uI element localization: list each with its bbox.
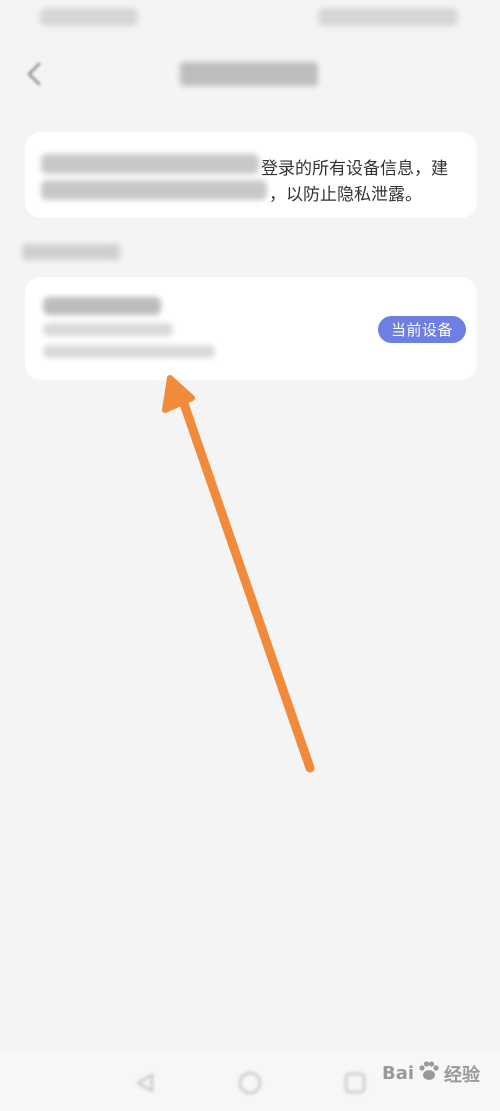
baidu-watermark: Bai 经验 bbox=[382, 1058, 480, 1089]
status-bar bbox=[0, 0, 500, 34]
info-line2-blur bbox=[41, 180, 267, 200]
device-name-blur bbox=[43, 297, 161, 315]
top-bar bbox=[0, 40, 500, 104]
nav-home-button[interactable] bbox=[235, 1068, 265, 1098]
status-left-blur bbox=[40, 8, 138, 26]
circle-home-icon bbox=[238, 1071, 262, 1095]
paw-icon bbox=[416, 1058, 442, 1089]
back-button[interactable] bbox=[18, 58, 50, 90]
nav-recent-button[interactable] bbox=[340, 1068, 370, 1098]
device-detail1-blur bbox=[43, 323, 173, 336]
device-detail2-blur bbox=[43, 345, 215, 358]
chevron-left-icon bbox=[27, 62, 41, 86]
current-device-badge: 当前设备 bbox=[378, 316, 466, 343]
info-line1-blur bbox=[41, 154, 259, 174]
info-line-1: 登录的所有设备信息，建 bbox=[261, 159, 448, 179]
nav-back-button[interactable] bbox=[130, 1068, 160, 1098]
info-card: 登录的所有设备信息，建 ，以防止隐私泄露。 bbox=[25, 132, 477, 218]
status-right-blur bbox=[318, 8, 458, 26]
watermark-brand-right: 经验 bbox=[444, 1064, 481, 1086]
square-recent-icon bbox=[344, 1072, 366, 1094]
info-line-2: ，以防止隐私泄露。 bbox=[269, 185, 422, 205]
page-title bbox=[180, 62, 318, 86]
watermark-brand-left: Bai bbox=[382, 1063, 415, 1084]
triangle-back-icon bbox=[136, 1073, 154, 1093]
section-heading bbox=[22, 244, 120, 260]
